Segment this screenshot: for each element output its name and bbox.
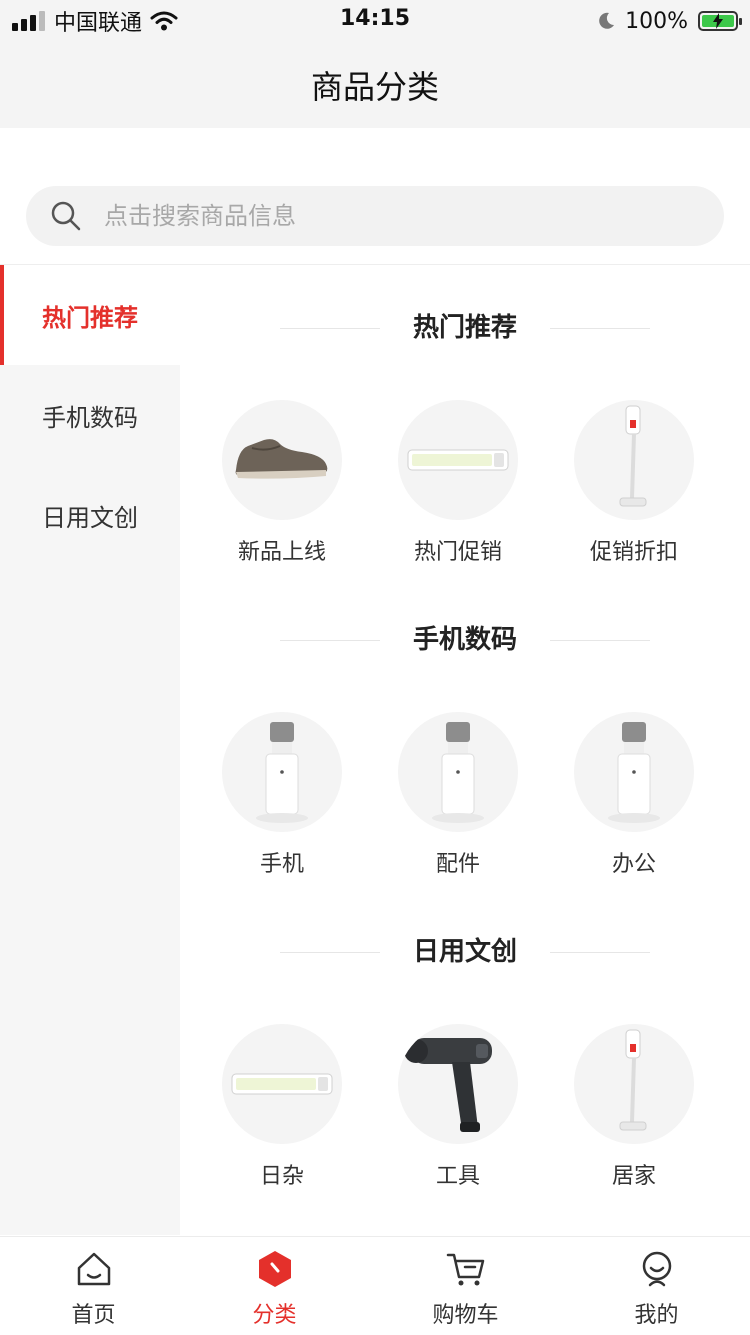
divider [550,640,650,641]
category-item[interactable]: 新品上线 [212,400,352,566]
divider [550,328,650,329]
page-title: 商品分类 [310,68,439,106]
item-image-light-bar [398,400,518,520]
tab-label: 首页 [71,1303,116,1328]
item-image-phone-stand [398,712,518,832]
item-label: 热门促销 [413,540,502,565]
cart-icon [446,1253,484,1286]
section-title: 热门推荐 [412,313,517,343]
category-sidebar: 热门推荐 手机数码 日用文创 [0,265,180,1235]
category-item[interactable]: 居家 [564,1024,704,1190]
sidebar-item-daily[interactable]: 日用文创 [0,465,180,565]
item-label: 配件 [435,852,480,877]
section-title: 手机数码 [412,625,517,655]
category-item[interactable]: 热门促销 [388,400,528,566]
item-label: 新品上线 [237,540,326,565]
category-item[interactable]: 手机 [212,712,352,878]
tab-category[interactable]: 分类 [181,1237,368,1335]
item-image-massage-gun [398,1024,518,1144]
tab-cart[interactable]: 购物车 [372,1237,559,1335]
category-icon [258,1251,291,1287]
category-item[interactable]: 日杂 [212,1024,352,1190]
category-content: 热门推荐 新品上线 热门促销 促销折扣 手机数码 手机 配件 办公 日用文创 日… [180,265,750,1235]
item-image-shoe [222,400,342,520]
divider [550,952,650,953]
item-label: 工具 [435,1164,480,1189]
home-icon [77,1252,110,1286]
sidebar-item-label: 热门推荐 [42,303,138,332]
search-input[interactable] [102,201,666,231]
tab-profile[interactable]: 我的 [563,1237,750,1335]
search-icon [51,201,81,231]
tab-label: 分类 [252,1303,297,1328]
item-label: 日杂 [259,1164,304,1189]
category-item[interactable]: 工具 [388,1024,528,1190]
search-bar[interactable] [26,186,724,246]
item-label: 促销折扣 [589,540,678,565]
item-label: 居家 [611,1164,656,1189]
item-label: 手机 [259,852,304,877]
tab-home[interactable]: 首页 [0,1237,187,1335]
category-item[interactable]: 促销折扣 [564,400,704,566]
tab-label: 我的 [634,1303,679,1328]
item-image-light-bar [222,1024,342,1144]
category-item[interactable]: 办公 [564,712,704,878]
sidebar-item-hot[interactable]: 热门推荐 [0,265,180,365]
item-image-vacuum [574,400,694,520]
tab-bar: 首页 分类 购物车 我的 [0,1236,750,1335]
item-image-phone-stand [574,712,694,832]
category-item[interactable]: 配件 [388,712,528,878]
moon-icon [599,12,615,29]
item-image-phone-stand [222,712,342,832]
nav-bar: 商品分类 [0,44,750,128]
status-bar: 中国联通 14:15 100% [0,0,750,44]
battery-icon [698,11,742,31]
tab-label: 购物车 [432,1303,499,1328]
battery-percent: 100% [625,8,688,34]
item-image-vacuum [574,1024,694,1144]
sidebar-item-label: 日用文创 [42,503,138,532]
profile-icon [642,1251,671,1287]
item-label: 办公 [611,852,656,877]
status-right: 100% [597,6,742,36]
section-title: 日用文创 [412,937,517,967]
sidebar-item-digital[interactable]: 手机数码 [0,365,180,465]
sidebar-item-label: 手机数码 [42,403,138,432]
search-area [0,128,750,265]
